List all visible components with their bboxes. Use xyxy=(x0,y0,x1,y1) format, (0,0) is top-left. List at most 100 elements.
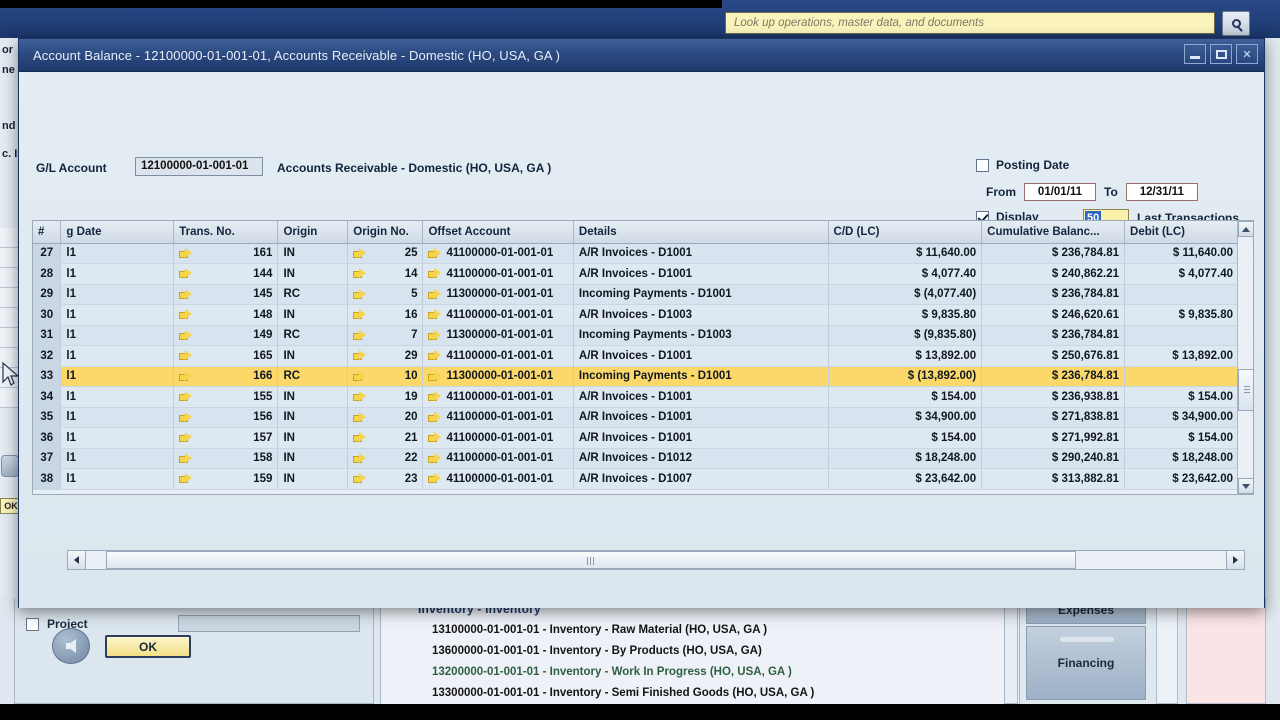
posting-date-checkbox[interactable] xyxy=(976,158,989,172)
link-arrow-icon[interactable] xyxy=(353,350,367,361)
global-search-input[interactable]: Look up operations, master data, and doc… xyxy=(725,12,1215,34)
link-arrow-icon[interactable] xyxy=(179,329,193,341)
cell-date: l1 xyxy=(60,243,175,264)
link-arrow-icon[interactable] xyxy=(353,247,367,259)
scroll-up-icon[interactable] xyxy=(1238,221,1253,237)
link-arrow-icon[interactable] xyxy=(179,411,193,423)
background-panel-scrollbar[interactable] xyxy=(1004,598,1018,704)
link-arrow-icon[interactable] xyxy=(353,329,367,341)
link-arrow-icon[interactable] xyxy=(428,432,442,443)
col-header-cd-lc[interactable]: C/D (LC) xyxy=(828,221,983,244)
col-header-cumulative[interactable]: Cumulative Balanc... xyxy=(981,221,1126,244)
link-arrow-icon[interactable] xyxy=(353,391,367,402)
scroll-left-icon[interactable] xyxy=(68,551,86,569)
link-arrow-icon[interactable] xyxy=(179,452,193,464)
link-arrow-icon[interactable] xyxy=(428,288,442,300)
vertical-scroll-thumb[interactable] xyxy=(1238,369,1253,411)
link-arrow-icon[interactable] xyxy=(179,288,193,300)
to-label: To xyxy=(1104,185,1118,199)
col-header-num[interactable]: # xyxy=(33,221,62,244)
back-button[interactable] xyxy=(52,628,90,664)
link-arrow-icon[interactable] xyxy=(428,268,442,279)
col-header-trans-no[interactable]: Trans. No. xyxy=(173,221,279,244)
grid-horizontal-scrollbar[interactable] xyxy=(67,550,1245,570)
table-body: 27 l1 161 IN 25 41100000-01-001-01 A/R Invoice… xyxy=(33,243,1239,490)
link-arrow-icon[interactable] xyxy=(179,350,193,361)
link-arrow-icon[interactable] xyxy=(179,391,193,402)
link-arrow-icon[interactable] xyxy=(353,309,367,320)
link-arrow-icon[interactable] xyxy=(179,268,193,279)
link-arrow-icon[interactable] xyxy=(179,432,193,443)
table-row[interactable]: 29 l1 145 RC 5 11300000-01-001-01 Incoming Pay… xyxy=(33,284,1239,305)
link-arrow-icon[interactable] xyxy=(428,473,442,484)
horizontal-scroll-thumb[interactable] xyxy=(106,551,1076,569)
table-row[interactable]: 37 l1 158 IN 22 41100000-01-001-01 A/R Invoice… xyxy=(33,448,1239,469)
table-row[interactable]: 34 l1 155 IN 19 41100000-01-001-01 A/R Invoice… xyxy=(33,386,1239,408)
link-arrow-icon[interactable] xyxy=(353,268,367,279)
cell-cd-lc: $ 9,835.80 xyxy=(828,304,983,326)
scroll-right-icon[interactable] xyxy=(1226,551,1244,569)
col-header-date[interactable]: g Date xyxy=(60,221,175,244)
list-item[interactable]: 13300000-01-001-01 - Inventory - Semi Fi… xyxy=(432,683,1022,704)
global-search-placeholder: Look up operations, master data, and doc… xyxy=(734,17,984,29)
col-header-offset-account[interactable]: Offset Account xyxy=(422,221,574,244)
cell-trans-no: 145 xyxy=(173,284,279,305)
cell-cumulative-balance: $ 271,838.81 xyxy=(981,407,1126,428)
table-row[interactable]: 28 l1 144 IN 14 41100000-01-001-01 A/R Invoice… xyxy=(33,263,1239,285)
link-arrow-icon[interactable] xyxy=(428,391,442,402)
date-from-input[interactable]: 01/01/11 xyxy=(1024,183,1096,201)
link-arrow-icon[interactable] xyxy=(179,370,193,382)
tile-financing[interactable]: Financing xyxy=(1026,626,1146,700)
link-arrow-icon[interactable] xyxy=(353,288,367,300)
link-arrow-icon[interactable] xyxy=(179,473,193,484)
project-checkbox[interactable] xyxy=(26,617,39,631)
link-arrow-icon[interactable] xyxy=(428,247,442,259)
list-item[interactable]: 13600000-01-001-01 - Inventory - By Prod… xyxy=(432,641,1022,662)
minimize-icon[interactable] xyxy=(1184,44,1206,64)
project-input[interactable] xyxy=(178,615,360,632)
link-arrow-icon[interactable] xyxy=(179,309,193,320)
cell-date: l1 xyxy=(60,448,175,469)
link-arrow-icon[interactable] xyxy=(179,247,193,259)
table-row[interactable]: 38 l1 159 IN 23 41100000-01-001-01 A/R Invoice… xyxy=(33,468,1239,490)
background-round-button[interactable] xyxy=(1,455,19,477)
posting-date-row[interactable]: Posting Date xyxy=(976,158,1069,172)
cell-cd-lc: $ (13,892.00) xyxy=(828,366,983,387)
search-icon[interactable] xyxy=(1222,11,1250,36)
table-row[interactable]: 31 l1 149 RC 7 11300000-01-001-01 Incoming Pay… xyxy=(33,325,1239,346)
link-arrow-icon[interactable] xyxy=(428,309,442,320)
link-arrow-icon[interactable] xyxy=(428,350,442,361)
date-to-input[interactable]: 12/31/11 xyxy=(1125,183,1198,201)
link-arrow-icon[interactable] xyxy=(428,452,442,464)
table-row[interactable]: 32 l1 165 IN 29 41100000-01-001-01 A/R Invoice… xyxy=(33,345,1239,367)
table-row[interactable]: 35 l1 156 IN 20 41100000-01-001-01 A/R Invoice… xyxy=(33,407,1239,428)
maximize-icon[interactable] xyxy=(1210,44,1232,64)
link-arrow-icon[interactable] xyxy=(428,370,442,382)
col-header-origin[interactable]: Origin xyxy=(277,221,349,244)
col-header-debit-lc[interactable]: Debit (LC) xyxy=(1124,221,1239,244)
list-item[interactable]: 13200000-01-001-01 - Inventory - Work In… xyxy=(432,662,1022,683)
letterbox-bottom xyxy=(0,704,1280,720)
link-arrow-icon[interactable] xyxy=(353,370,367,382)
gl-account-input[interactable]: 12100000-01-001-01 xyxy=(135,157,263,176)
ok-button[interactable]: OK xyxy=(105,635,191,658)
col-header-origin-no[interactable]: Origin No. xyxy=(347,221,424,244)
link-arrow-icon[interactable] xyxy=(353,432,367,443)
link-arrow-icon[interactable] xyxy=(353,473,367,484)
horizontal-scroll-track[interactable] xyxy=(86,551,1226,569)
dialog-title-bar[interactable]: Account Balance - 12100000-01-001-01, Ac… xyxy=(19,39,1264,72)
link-arrow-icon[interactable] xyxy=(428,329,442,341)
list-item[interactable]: 13100000-01-001-01 - Inventory - Raw Mat… xyxy=(432,620,1022,641)
table-row[interactable]: 36 l1 157 IN 21 41100000-01-001-01 A/R Invoice… xyxy=(33,427,1239,449)
table-row[interactable]: 27 l1 161 IN 25 41100000-01-001-01 A/R Invoice… xyxy=(33,243,1239,264)
link-arrow-icon[interactable] xyxy=(428,411,442,423)
col-header-details[interactable]: Details xyxy=(573,221,829,244)
close-icon[interactable]: ✕ xyxy=(1236,44,1258,64)
grid-vertical-scrollbar[interactable] xyxy=(1237,221,1253,494)
link-arrow-icon[interactable] xyxy=(353,411,367,423)
link-arrow-icon[interactable] xyxy=(353,452,367,464)
table-row[interactable]: 30 l1 148 IN 16 41100000-01-001-01 A/R Invoice… xyxy=(33,304,1239,326)
cell-date: l1 xyxy=(60,407,175,428)
table-row[interactable]: 33 l1 166 RC 10 11300000-01-001-01 Incoming Pa… xyxy=(33,366,1239,387)
scroll-down-icon[interactable] xyxy=(1238,478,1253,494)
